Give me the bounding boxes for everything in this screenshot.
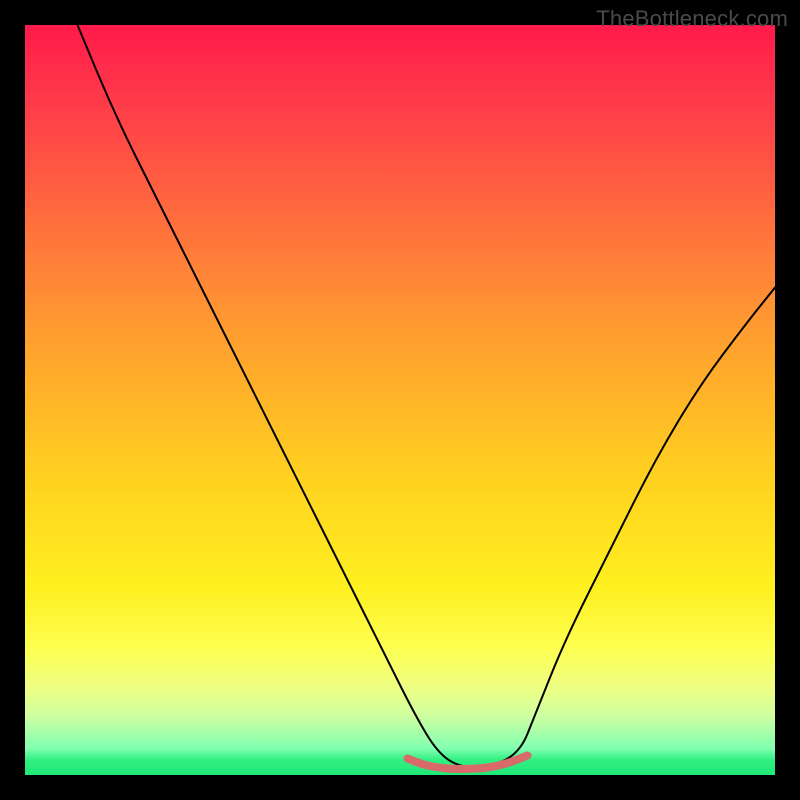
- watermark-text: TheBottleneck.com: [596, 6, 788, 32]
- plot-area: [25, 25, 775, 775]
- chart-svg: [25, 25, 775, 775]
- chart-container: TheBottleneck.com: [0, 0, 800, 800]
- series-bottleneck-curve: [78, 25, 776, 768]
